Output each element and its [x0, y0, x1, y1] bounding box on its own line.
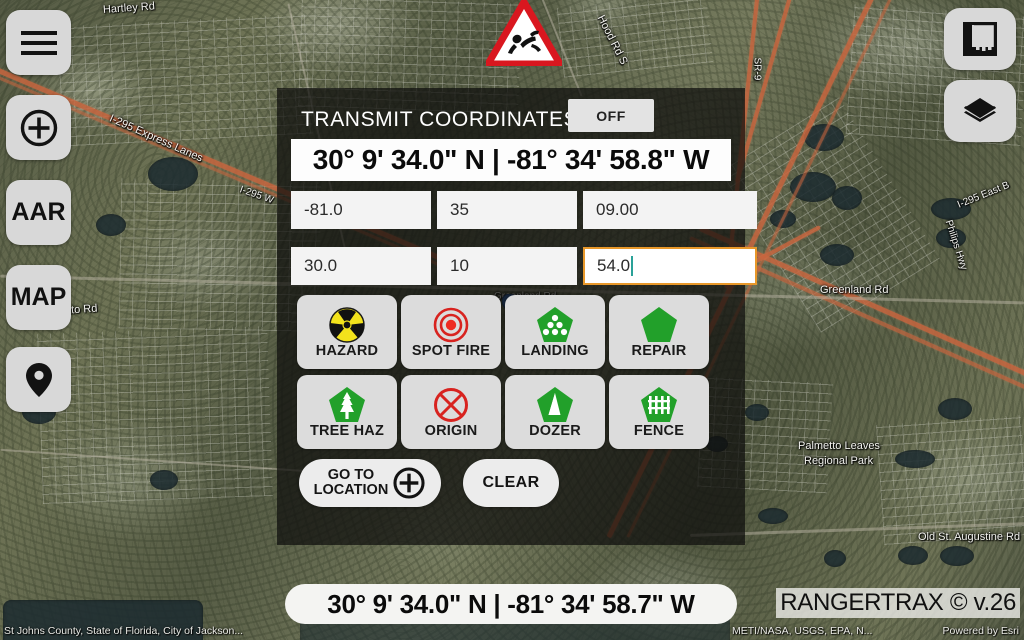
map-water — [940, 546, 974, 566]
longitude-minutes-input[interactable]: 35 — [437, 191, 577, 229]
map-water — [832, 186, 862, 210]
marker-button-spot-fire[interactable]: SPOT FIRE — [401, 295, 501, 369]
marker-label: REPAIR — [631, 343, 687, 359]
ruler-icon — [963, 22, 997, 56]
aar-label: AAR — [11, 198, 66, 226]
hamburger-icon — [20, 30, 57, 55]
map-water — [820, 244, 854, 266]
latitude-seconds-value: 54.0 — [597, 256, 631, 275]
marker-label: ORIGIN — [424, 423, 478, 439]
marker-button-landing[interactable]: LANDING — [505, 295, 605, 369]
plus-circle-icon — [393, 467, 425, 499]
layers-button[interactable] — [944, 80, 1016, 142]
map-water — [745, 404, 769, 421]
plus-circle-icon — [20, 109, 57, 146]
marker-type-grid: HAZARD SPOT FIRE LANDING REPAIR TREE HAZ… — [297, 295, 709, 449]
latitude-seconds-input[interactable]: 54.0 — [583, 247, 757, 285]
circle-x-icon — [432, 385, 470, 425]
pentagon-dozer-icon — [536, 385, 574, 425]
marker-button-tree-haz[interactable]: TREE HAZ — [297, 375, 397, 449]
pentagon-plain-icon — [640, 305, 678, 345]
falling-person-warning-icon — [486, 0, 562, 66]
transmit-toggle-button[interactable]: OFF — [568, 99, 654, 132]
map-water — [148, 157, 198, 191]
marker-label: FENCE — [633, 423, 685, 439]
map-water — [150, 470, 178, 490]
longitude-seconds-input[interactable]: 09.00 — [583, 191, 757, 229]
go-to-line1: GO TO — [327, 466, 375, 483]
marker-button-repair[interactable]: REPAIR — [609, 295, 709, 369]
latitude-degrees-input[interactable]: 30.0 — [291, 247, 431, 285]
map-water — [824, 550, 846, 567]
longitude-degrees-input[interactable]: -81.0 — [291, 191, 431, 229]
app-root: Hartley Rd Hood Rd S SR-9 I-295 Express Lan… — [0, 0, 1024, 640]
menu-button[interactable] — [6, 10, 71, 75]
bottom-coordinate-readout: 30° 9' 34.0" N | -81° 34' 58.7" W — [285, 584, 737, 624]
go-to-line2: LOCATION — [313, 482, 389, 498]
marker-label: HAZARD — [315, 343, 379, 359]
marker-button-dozer[interactable]: DOZER — [505, 375, 605, 449]
target-circles-icon — [432, 305, 470, 345]
pentagon-tree-icon — [328, 385, 366, 425]
marker-button-fence[interactable]: FENCE — [609, 375, 709, 449]
coordinate-display: 30° 9' 34.0" N | -81° 34' 58.8" W — [291, 139, 731, 181]
pentagon-logs-icon — [536, 305, 574, 345]
latitude-minutes-input[interactable]: 10 — [437, 247, 577, 285]
clear-button[interactable]: CLEAR — [463, 459, 559, 507]
map-water — [936, 228, 966, 248]
map-water — [898, 546, 928, 565]
add-marker-button[interactable] — [6, 95, 71, 160]
pentagon-fence-icon — [640, 385, 678, 425]
marker-button-hazard[interactable]: HAZARD — [297, 295, 397, 369]
go-to-location-text: GO TO LOCATION — [313, 466, 389, 498]
transmit-coordinates-panel: TRANSMIT COORDINATES: OFF 30° 9' 34.0" N… — [277, 88, 757, 545]
clear-label: CLEAR — [482, 474, 540, 491]
panel-title: TRANSMIT COORDINATES: — [301, 108, 585, 131]
map-attribution-esri: Powered by Esri — [942, 625, 1019, 637]
map-water — [758, 508, 788, 524]
measure-button[interactable] — [944, 8, 1016, 70]
marker-label: LANDING — [521, 343, 589, 359]
coordinate-row-longitude: -81.0 35 09.00 — [291, 191, 757, 229]
marker-button-origin[interactable]: ORIGIN — [401, 375, 501, 449]
text-caret — [631, 256, 634, 276]
marker-label: SPOT FIRE — [411, 343, 491, 359]
map-attribution-right: METI/NASA, USGS, EPA, N... — [732, 625, 873, 637]
map-label: MAP — [10, 283, 67, 311]
map-attribution-left: St Johns County, State of Florida, City … — [4, 625, 244, 637]
location-button[interactable] — [6, 347, 71, 412]
marker-label: DOZER — [529, 423, 581, 439]
go-to-location-button[interactable]: GO TO LOCATION — [299, 459, 441, 507]
marker-label: TREE HAZ — [309, 423, 385, 439]
sidebar-item-aar[interactable]: AAR — [6, 180, 71, 245]
map-water — [895, 450, 935, 468]
map-pin-icon — [25, 362, 52, 397]
app-brand-label: RANGERTRAX © v.26 — [776, 588, 1020, 618]
map-water — [938, 398, 972, 420]
hazard-warning-button[interactable] — [486, 0, 562, 66]
layers-icon — [964, 98, 996, 122]
coordinate-row-latitude: 30.0 10 54.0 — [291, 247, 757, 285]
sidebar-item-map[interactable]: MAP — [6, 265, 71, 330]
map-water — [96, 214, 126, 236]
map-subdivision — [57, 13, 313, 147]
radiation-hazard-icon — [328, 305, 366, 345]
map-water — [931, 198, 971, 220]
